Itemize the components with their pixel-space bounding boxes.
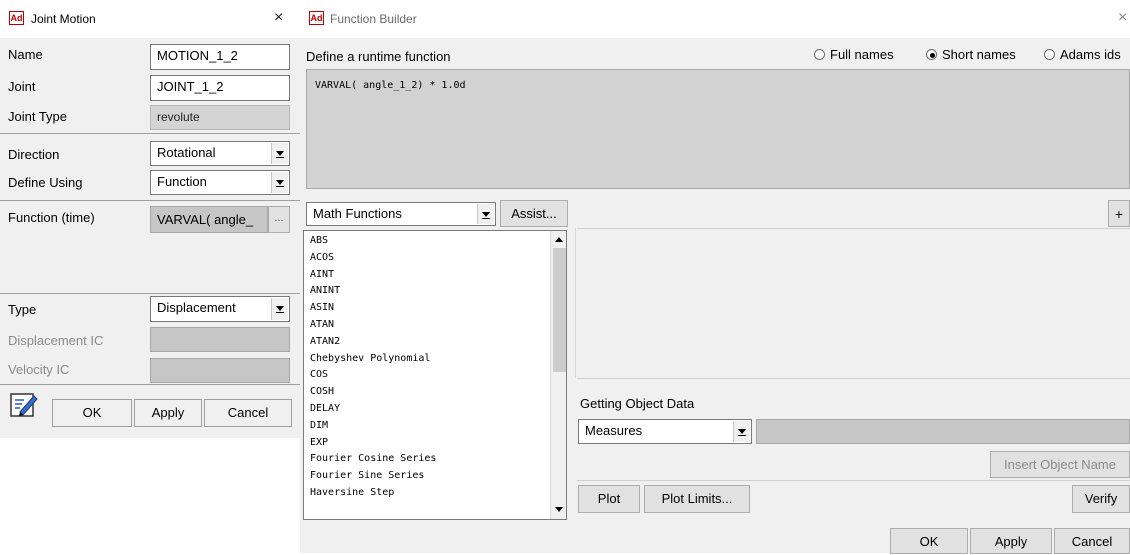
function-list-item[interactable]: ASIN bbox=[304, 300, 550, 317]
chevron-down-icon[interactable] bbox=[477, 204, 494, 224]
define-using-label: Define Using bbox=[8, 175, 83, 190]
joint-type-label: Joint Type bbox=[8, 109, 68, 124]
adams-ids-label[interactable]: Adams ids bbox=[1060, 47, 1121, 62]
direction-dropdown[interactable]: Rotational bbox=[150, 141, 290, 166]
joint-label: Joint bbox=[8, 79, 36, 94]
assist-button[interactable]: Assist... bbox=[500, 200, 568, 227]
cancel-button[interactable]: Cancel bbox=[204, 399, 292, 427]
window-title: Function Builder bbox=[330, 12, 417, 26]
joint-motion-window: Ad Joint Motion × Name MOTION_1_2 Joint … bbox=[0, 0, 300, 553]
define-using-dropdown[interactable]: Function bbox=[150, 170, 290, 195]
function-field[interactable]: VARVAL( angle_ bbox=[150, 206, 268, 233]
function-category-dropdown[interactable]: Math Functions bbox=[306, 202, 496, 226]
function-list-item[interactable]: DIM bbox=[304, 418, 550, 435]
joint-type-field: revolute bbox=[150, 105, 290, 130]
plot-button[interactable]: Plot bbox=[578, 485, 640, 513]
object-name-field bbox=[756, 419, 1130, 444]
close-icon[interactable]: × bbox=[274, 9, 283, 27]
notes-pencil-icon[interactable] bbox=[8, 390, 40, 422]
function-list-item[interactable]: COS bbox=[304, 367, 550, 384]
direction-label: Direction bbox=[8, 147, 60, 162]
scroll-up-icon[interactable] bbox=[555, 237, 563, 242]
function-list-item[interactable]: ATAN bbox=[304, 317, 550, 334]
function-list-item[interactable]: Fourier Sine Series bbox=[304, 468, 550, 485]
joint-motion-titlebar: Ad Joint Motion × bbox=[0, 0, 300, 38]
velocity-ic-field bbox=[150, 358, 290, 383]
expression-editor[interactable]: VARVAL( angle_1_2) * 1.0d bbox=[306, 69, 1130, 189]
divider bbox=[577, 228, 1130, 229]
object-type-dropdown[interactable]: Measures bbox=[578, 419, 752, 444]
function-list-item[interactable]: Haversine Step bbox=[304, 485, 550, 502]
displacement-ic-field bbox=[150, 327, 290, 352]
function-builder-titlebar: Ad Function Builder × bbox=[300, 0, 1130, 38]
function-list-item[interactable]: Chebyshev Polynomial bbox=[304, 351, 550, 368]
function-list-item[interactable]: DELAY bbox=[304, 401, 550, 418]
type-dropdown[interactable]: Displacement bbox=[150, 296, 290, 322]
function-list-item[interactable]: ATAN2 bbox=[304, 334, 550, 351]
name-format-radio-group: Full names Short names Adams ids bbox=[808, 47, 1130, 67]
object-type-value: Measures bbox=[585, 423, 643, 438]
adams-app-icon: Ad bbox=[9, 11, 24, 25]
divider bbox=[577, 378, 1130, 379]
ok-button[interactable]: OK bbox=[52, 399, 132, 427]
divider bbox=[577, 480, 1130, 481]
divider bbox=[0, 133, 300, 134]
scroll-down-icon[interactable] bbox=[555, 507, 563, 512]
window-title: Joint Motion bbox=[31, 12, 96, 26]
function-builder-ellipsis-button[interactable]: ... bbox=[268, 206, 290, 233]
panel-divider bbox=[570, 228, 576, 378]
function-category-value: Math Functions bbox=[313, 206, 402, 221]
apply-button[interactable]: Apply bbox=[970, 528, 1052, 554]
define-using-value: Function bbox=[157, 174, 207, 189]
adams-ids-radio[interactable] bbox=[1044, 49, 1055, 60]
function-list-item[interactable]: COSH bbox=[304, 384, 550, 401]
chevron-down-icon[interactable] bbox=[271, 143, 288, 164]
divider bbox=[0, 200, 300, 201]
function-list-item[interactable]: ABS bbox=[304, 233, 550, 250]
name-field[interactable]: MOTION_1_2 bbox=[150, 44, 290, 70]
joint-motion-panel: Name MOTION_1_2 Joint JOINT_1_2 Joint Ty… bbox=[0, 38, 300, 438]
full-names-radio[interactable] bbox=[814, 49, 825, 60]
close-icon[interactable]: × bbox=[1118, 9, 1127, 27]
short-names-radio[interactable] bbox=[926, 49, 937, 60]
plot-limits-button[interactable]: Plot Limits... bbox=[644, 485, 750, 513]
function-list-item[interactable]: ANINT bbox=[304, 283, 550, 300]
short-names-label[interactable]: Short names bbox=[942, 47, 1016, 62]
ok-button[interactable]: OK bbox=[890, 528, 968, 554]
displacement-ic-label: Displacement IC bbox=[8, 333, 104, 348]
velocity-ic-label: Velocity IC bbox=[8, 362, 70, 377]
chevron-down-icon[interactable] bbox=[271, 172, 288, 193]
cancel-button[interactable]: Cancel bbox=[1054, 528, 1130, 554]
type-value: Displacement bbox=[157, 300, 236, 315]
name-label: Name bbox=[8, 47, 43, 62]
define-function-label: Define a runtime function bbox=[306, 49, 451, 64]
adams-app-icon: Ad bbox=[309, 11, 324, 25]
chevron-down-icon[interactable] bbox=[271, 298, 288, 320]
function-list-item[interactable]: AINT bbox=[304, 267, 550, 284]
getting-object-data-label: Getting Object Data bbox=[580, 396, 695, 411]
divider bbox=[0, 293, 300, 294]
function-list-item[interactable]: EXP bbox=[304, 435, 550, 452]
apply-button[interactable]: Apply bbox=[134, 399, 202, 427]
insert-object-name-button[interactable]: Insert Object Name bbox=[990, 451, 1130, 478]
direction-value: Rotational bbox=[157, 145, 216, 160]
full-names-label[interactable]: Full names bbox=[830, 47, 894, 62]
function-time-label: Function (time) bbox=[8, 210, 95, 225]
type-label: Type bbox=[8, 302, 37, 317]
verify-button[interactable]: Verify bbox=[1072, 485, 1130, 513]
function-list-item[interactable]: ACOS bbox=[304, 250, 550, 267]
scrollbar-thumb[interactable] bbox=[553, 248, 566, 372]
function-list[interactable]: ABS ACOS AINT ANINT ASIN ATAN ATAN2 Chebyshev P… bbox=[303, 230, 567, 520]
divider bbox=[0, 384, 300, 385]
function-list-scrollbar[interactable] bbox=[550, 231, 566, 519]
function-builder-window: Ad Function Builder × Define a runtime f… bbox=[300, 0, 1130, 554]
plus-button[interactable]: + bbox=[1108, 200, 1130, 227]
joint-field[interactable]: JOINT_1_2 bbox=[150, 75, 290, 101]
function-list-item[interactable]: Fourier Cosine Series bbox=[304, 451, 550, 468]
chevron-down-icon[interactable] bbox=[733, 421, 750, 442]
